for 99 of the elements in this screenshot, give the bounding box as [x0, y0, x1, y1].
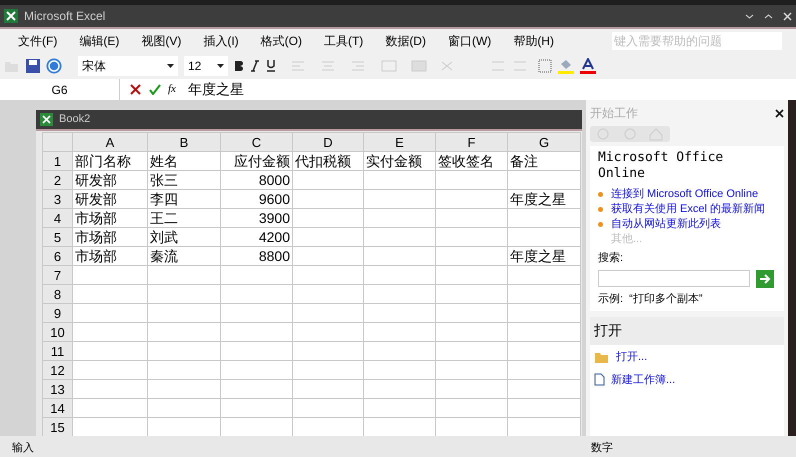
section-title: Microsoft Office Online [598, 150, 724, 182]
row-header[interactable]: 4 [42, 208, 72, 228]
caret-icon [167, 64, 174, 68]
row-header[interactable]: 8 [42, 284, 72, 304]
bullet-icon [598, 192, 603, 197]
bold-icon[interactable] [234, 60, 244, 72]
menu-item[interactable]: 视图(V) [141, 32, 182, 50]
section-title: 打开 [594, 322, 622, 338]
table-cell: 张三 [148, 170, 220, 190]
row-header[interactable]: 15 [42, 418, 72, 436]
link[interactable]: 自动从网站更新此列表 [611, 218, 721, 231]
table-cell: 市场部 [72, 246, 148, 266]
menu-item[interactable]: 文件(F) [18, 32, 58, 50]
table-cell: 应付金额 [220, 152, 292, 170]
fill-color-icon[interactable] [558, 58, 574, 74]
italic-icon[interactable] [250, 60, 260, 72]
row-header[interactable]: 1 [42, 152, 72, 170]
help-search-field[interactable]: 键入需要帮助的问题 [612, 32, 782, 50]
menu-item[interactable]: 帮助(H) [513, 32, 554, 50]
table-cell: 姓名 [148, 152, 220, 170]
row-header[interactable]: 7 [42, 266, 72, 284]
search-label: 搜索: [598, 250, 624, 266]
table-cell: 李四 [148, 190, 220, 208]
menu-item[interactable]: 工具(T) [324, 32, 364, 50]
status-mode: 输入 [12, 440, 34, 456]
link[interactable]: 打开... [616, 349, 648, 366]
column-header[interactable]: B [148, 132, 220, 152]
formula-input[interactable]: 年度之星 [188, 79, 244, 100]
column-header[interactable]: A [72, 132, 148, 152]
row-header[interactable]: 12 [42, 360, 72, 380]
link[interactable]: 获取有关使用 Excel 的最新新闻 [611, 203, 766, 216]
help-icon[interactable] [46, 58, 62, 74]
spreadsheet-icon [40, 113, 53, 126]
underline-icon[interactable] [266, 59, 276, 72]
column-header[interactable]: C [220, 132, 292, 152]
menu-item[interactable]: 数据(D) [385, 32, 426, 50]
table-cell: 刘武 [148, 228, 220, 246]
row-header[interactable]: 3 [42, 190, 72, 208]
enter-icon[interactable] [149, 84, 161, 95]
table-cell: 4200 [220, 228, 292, 246]
table-cell: 3900 [220, 208, 292, 228]
row-header[interactable]: 6 [42, 246, 72, 266]
row-header[interactable]: 5 [42, 228, 72, 246]
row-header[interactable]: 14 [42, 398, 72, 418]
row-header[interactable]: 10 [42, 322, 72, 342]
status-indicator: 数字 [591, 440, 613, 456]
table-cell: 9600 [220, 190, 292, 208]
table-cell: 代扣税额 [292, 152, 364, 170]
table-cell: 8800 [220, 246, 292, 266]
close-icon[interactable] [775, 108, 784, 118]
table-cell: 备注 [508, 152, 580, 170]
document-icon [594, 373, 605, 386]
search-field[interactable] [598, 270, 750, 287]
caret-icon [217, 64, 224, 68]
column-header[interactable]: G [508, 132, 580, 152]
minimize-icon[interactable] [745, 12, 754, 20]
borders-icon[interactable] [538, 58, 552, 72]
link[interactable]: 连接到 Microsoft Office Online [611, 188, 758, 201]
maximize-icon[interactable] [764, 12, 773, 20]
table-cell: 签收签名 [436, 152, 508, 170]
table-cell: 市场部 [72, 208, 148, 228]
window-title: Microsoft Excel [24, 8, 106, 25]
table-cell: 实付金额 [364, 152, 436, 170]
table-cell: 市场部 [72, 228, 148, 246]
row-header[interactable]: 13 [42, 380, 72, 398]
bullet-icon [598, 207, 603, 212]
font-dropdown[interactable]: 宋体 [78, 56, 178, 76]
menu-item[interactable]: 插入(I) [203, 32, 239, 50]
arrow-right-icon [759, 274, 771, 284]
column-header[interactable]: E [364, 132, 436, 152]
table-cell: 年度之星 [508, 190, 580, 208]
row-header[interactable]: 11 [42, 342, 72, 360]
table-cell: 研发部 [72, 190, 148, 208]
font-size-dropdown[interactable]: 12 [184, 56, 228, 76]
column-header[interactable]: D [292, 132, 364, 152]
folder-icon [594, 350, 610, 364]
spreadsheet-icon [4, 9, 18, 23]
table-cell: 年度之星 [508, 246, 580, 266]
table-cell: 8000 [220, 170, 292, 190]
menu-item[interactable]: 窗口(W) [448, 32, 492, 50]
menu-item[interactable]: 格式(O) [260, 32, 302, 50]
column-header[interactable]: F [436, 132, 508, 152]
insert-function-button[interactable]: fx [168, 81, 176, 98]
task-pane-title: 开始工作 [590, 105, 638, 122]
table-cell: 部门名称 [72, 152, 148, 170]
table-cell: 秦流 [148, 246, 220, 266]
go-button[interactable] [756, 270, 774, 288]
bullet-icon [598, 222, 603, 227]
cancel-icon[interactable] [130, 84, 141, 95]
example-text: 示例: “打印多个副本” [598, 292, 704, 306]
menu-item[interactable]: 编辑(E) [79, 32, 120, 50]
link[interactable]: 新建工作簿... [611, 372, 676, 388]
table-cell: 王二 [148, 208, 220, 228]
row-header[interactable]: 2 [42, 170, 72, 190]
table-cell: 研发部 [72, 170, 148, 190]
font-color-icon[interactable] [580, 58, 596, 74]
workbook-title: Book2 [59, 112, 90, 128]
save-icon[interactable] [26, 58, 40, 72]
row-header[interactable]: 9 [42, 304, 72, 322]
